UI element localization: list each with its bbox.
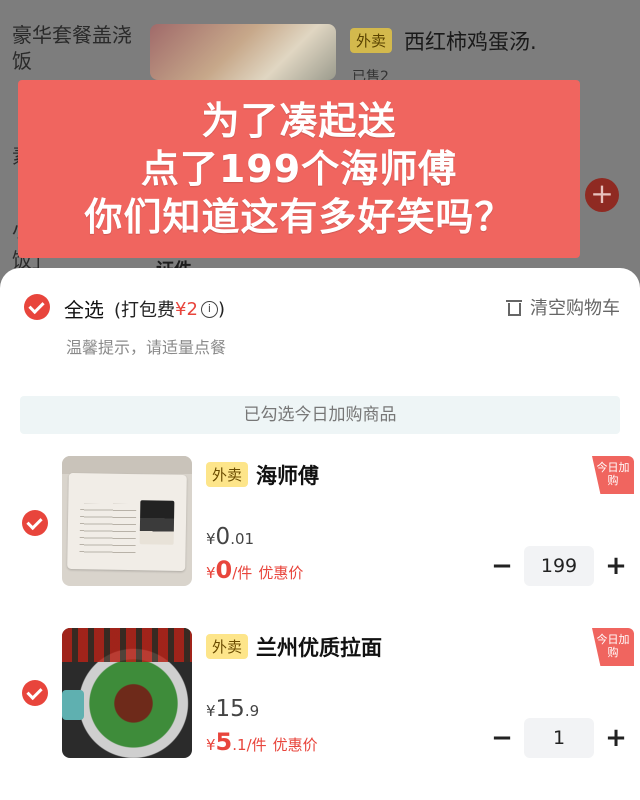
id-card-text-lines <box>79 503 137 555</box>
clear-cart-label: 清空购物车 <box>530 298 620 319</box>
bg-category-label: 豪华套餐盖浇饭 <box>12 23 132 73</box>
deal-note: 优惠价 <box>272 736 318 754</box>
deal-price: ¥5.1/件 优惠价 <box>206 728 318 756</box>
info-icon[interactable]: i <box>200 300 218 318</box>
deal-note: 优惠价 <box>258 564 304 582</box>
id-card-photo <box>139 500 175 545</box>
price-integer: 0 <box>215 524 231 550</box>
quantity-value[interactable]: 199 <box>524 546 594 586</box>
packing-fee-prefix: (打包费 <box>114 300 176 321</box>
currency-symbol: ¥ <box>206 530 216 548</box>
item-name[interactable]: 海师傅 <box>256 460 319 490</box>
caption-line-2: 点了199个海师傅 <box>140 147 458 191</box>
item-image[interactable] <box>62 456 192 586</box>
select-all-label[interactable]: 全选 <box>64 294 104 323</box>
packing-fee-suffix: ) <box>217 298 225 320</box>
delivery-tag: 外卖 <box>206 634 249 659</box>
item-checkbox[interactable] <box>22 510 48 536</box>
image-detail <box>62 690 84 720</box>
deal-unit: /件 <box>246 736 267 754</box>
increase-button[interactable]: + <box>602 724 630 752</box>
id-card-graphic <box>67 472 187 572</box>
image-detail <box>62 628 192 662</box>
price-decimal: .01 <box>230 530 255 548</box>
quantity-stepper: − 1 + <box>488 718 630 758</box>
decrease-button[interactable]: − <box>488 724 516 752</box>
select-all-checkbox[interactable] <box>24 294 50 320</box>
decrease-button[interactable]: − <box>488 552 516 580</box>
selected-banner: 已勾选今日加购商品 <box>20 396 620 434</box>
item-image[interactable] <box>62 628 192 758</box>
price-integer: 15 <box>215 696 245 722</box>
quantity-value[interactable]: 1 <box>524 718 594 758</box>
bg-delivery-tag: 外卖 <box>350 28 393 53</box>
deal-integer: 0 <box>215 556 233 584</box>
packing-fee: (打包费 ¥2 i ) <box>114 296 225 322</box>
bg-dish-title: 西红柿鸡蛋汤. <box>404 30 537 54</box>
delivery-tag: 外卖 <box>206 462 249 487</box>
bg-dish-image <box>150 24 336 80</box>
currency-symbol: ¥ <box>206 702 216 720</box>
deal-price: ¥0/件 优惠价 <box>206 556 303 584</box>
today-addon-badge: 今日加购 <box>592 456 634 494</box>
deal-currency: ¥ <box>206 736 216 754</box>
trash-icon <box>506 298 522 316</box>
cart-sheet: 全选 (打包费 ¥2 i ) 清空购物车 温馨提示，请适量点餐 已勾选今日加购商… <box>0 268 640 800</box>
deal-unit: /件 <box>232 564 253 582</box>
increase-button[interactable]: + <box>602 552 630 580</box>
original-price: ¥0.01 <box>206 524 254 550</box>
order-tip: 温馨提示，请适量点餐 <box>66 338 227 357</box>
today-addon-badge: 今日加购 <box>592 628 634 666</box>
item-checkbox[interactable] <box>22 680 48 706</box>
meme-caption: 为了凑起送 点了199个海师傅 你们知道这有多好笑吗？ <box>18 80 580 258</box>
price-decimal: .9 <box>244 702 260 720</box>
bg-add-button: + <box>585 178 619 212</box>
caption-line-1: 为了凑起送 <box>201 99 397 143</box>
deal-decimal: .1 <box>232 736 247 754</box>
packing-fee-value: ¥2 <box>175 298 198 320</box>
caption-line-3: 你们知道这有多好笑吗？ <box>84 195 514 239</box>
quantity-stepper: − 199 + <box>488 546 630 586</box>
image-detail <box>62 456 192 474</box>
deal-currency: ¥ <box>206 564 216 582</box>
clear-cart-button[interactable]: 清空购物车 <box>506 294 620 320</box>
deal-integer: 5 <box>215 728 233 756</box>
item-name[interactable]: 兰州优质拉面 <box>256 632 382 662</box>
original-price: ¥15.9 <box>206 696 259 722</box>
